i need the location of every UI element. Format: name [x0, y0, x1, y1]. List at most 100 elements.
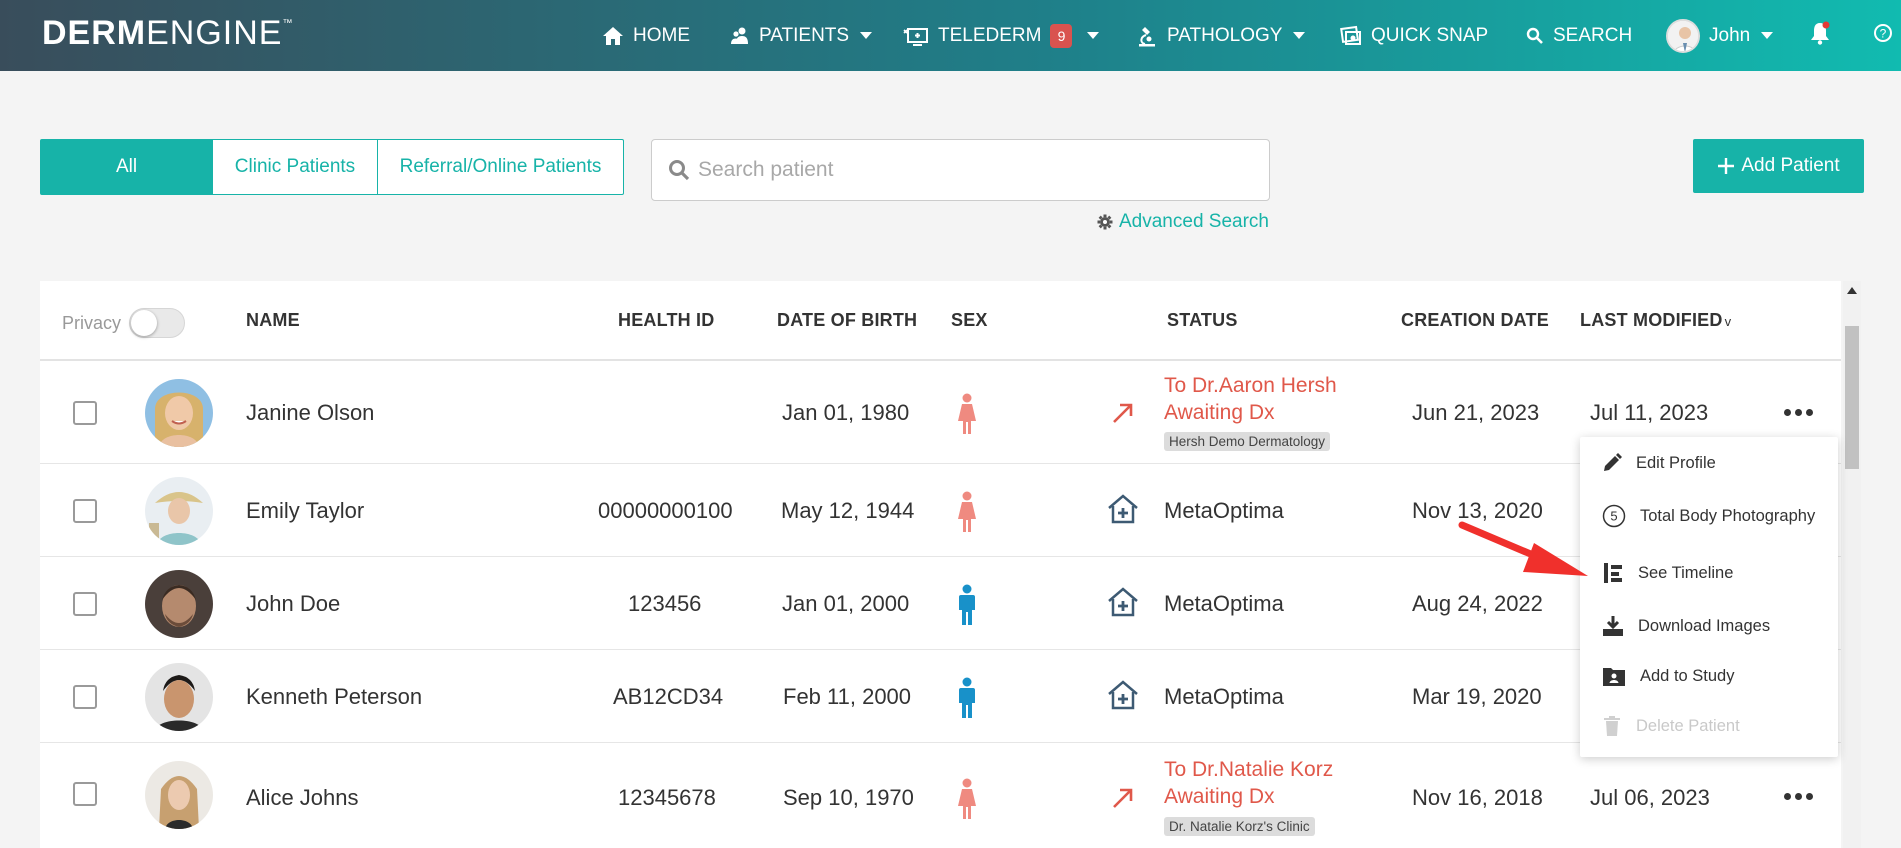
row-more-options-button[interactable] [1784, 409, 1813, 416]
menu-download-images[interactable]: Download Images [1602, 615, 1770, 637]
male-icon [957, 677, 977, 719]
nav-quick-snap[interactable]: QUICK SNAP [1340, 0, 1488, 71]
column-last-modified[interactable]: LAST MODIFIED v [1580, 310, 1731, 331]
row-checkbox[interactable] [73, 782, 97, 806]
telederm-icon [903, 27, 928, 46]
svg-text:5: 5 [1610, 509, 1617, 524]
search-icon [1526, 27, 1543, 44]
table-header: Privacy NAME HEALTH ID DATE OF BIRTH SEX… [40, 281, 1841, 361]
menu-add-to-study[interactable]: Add to Study [1602, 665, 1734, 687]
column-date-of-birth[interactable]: DATE OF BIRTH [777, 310, 917, 331]
column-creation-date[interactable]: CREATION DATE [1401, 310, 1549, 331]
patient-dob: Feb 11, 2000 [783, 684, 912, 709]
user-menu[interactable]: John [1666, 0, 1774, 71]
nav-search-label: SEARCH [1553, 24, 1633, 46]
notifications-button[interactable] [1809, 21, 1831, 45]
patient-avatar [145, 663, 213, 731]
table-row[interactable]: Kenneth Peterson AB12CD34 Feb 11, 2000 M… [40, 651, 1841, 743]
table-row[interactable]: John Doe 123456 Jan 01, 2000 MetaOptima … [40, 558, 1841, 650]
patients-icon [731, 27, 748, 44]
search-box[interactable] [651, 139, 1270, 201]
column-sex[interactable]: SEX [951, 310, 988, 331]
svg-text:?: ? [1880, 27, 1887, 41]
referral-arrow-icon [1111, 401, 1135, 425]
column-health-id[interactable]: HEALTH ID [618, 310, 714, 331]
privacy-toggle[interactable] [129, 308, 186, 338]
nav-pathology[interactable]: PATHOLOGY [1136, 0, 1306, 71]
nav-home[interactable]: HOME [602, 0, 690, 71]
patient-health-id: 00000000100 [598, 498, 733, 523]
patient-avatar [145, 477, 213, 545]
patient-name[interactable]: Janine Olson [246, 400, 374, 426]
table-row[interactable]: Alice Johns 12345678 Sep 10, 1970 To Dr.… [40, 744, 1841, 848]
table-row[interactable]: Janine Olson Jan 01, 1980 To Dr.Aaron He… [40, 363, 1841, 464]
study-folder-icon [1603, 668, 1625, 686]
patient-dob: Sep 10, 1970 [783, 785, 914, 810]
female-icon [957, 778, 977, 820]
pencil-icon [1604, 453, 1622, 471]
referral-state: Awaiting Dx [1164, 401, 1275, 424]
referral-recipient: To Dr.Aaron Hersh [1164, 374, 1337, 397]
patient-name[interactable]: Kenneth Peterson [246, 684, 422, 710]
row-checkbox[interactable] [73, 499, 97, 523]
row-more-options-button[interactable] [1784, 793, 1813, 800]
column-status[interactable]: STATUS [1167, 310, 1238, 331]
referral-status[interactable]: To Dr.Natalie Korz Awaiting Dx [1164, 756, 1333, 810]
patient-name[interactable]: Alice Johns [246, 785, 359, 811]
clinic-tag: Hersh Demo Dermatology [1164, 432, 1331, 451]
clinic-tag: Dr. Natalie Korz's Clinic [1164, 817, 1315, 836]
scrollbar-thumb[interactable] [1845, 326, 1859, 469]
menu-delete-patient: Delete Patient [1602, 715, 1740, 737]
patient-status: MetaOptima [1164, 498, 1284, 523]
referral-status[interactable]: To Dr.Aaron Hersh Awaiting Dx [1164, 372, 1337, 426]
column-name[interactable]: NAME [246, 310, 300, 331]
scroll-up-icon[interactable] [1847, 287, 1857, 294]
patient-dob: May 12, 1944 [781, 498, 915, 523]
chevron-down-icon [860, 32, 873, 39]
patient-creation-date: Mar 19, 2020 [1412, 684, 1542, 709]
plus-icon [1718, 158, 1735, 174]
female-icon [957, 393, 977, 435]
home-icon [603, 26, 623, 45]
menu-edit-profile[interactable]: Edit Profile [1602, 453, 1716, 473]
patient-name[interactable]: John Doe [246, 591, 340, 617]
menu-total-body-photography[interactable]: 5 Total Body Photography [1602, 504, 1815, 528]
filter-clinic-patients[interactable]: Clinic Patients [212, 139, 378, 195]
column-last-modified-label: LAST MODIFIED [1580, 310, 1723, 330]
help-icon: ? [1874, 24, 1892, 42]
row-checkbox[interactable] [73, 685, 97, 709]
help-button[interactable]: ? [1872, 21, 1894, 45]
nav-patients[interactable]: PATIENTS [730, 0, 873, 71]
dermengine-logo[interactable]: DERMENGINE™ [42, 14, 293, 53]
table-scrollbar[interactable] [1843, 281, 1861, 848]
row-checkbox[interactable] [73, 592, 97, 616]
clinic-icon [1107, 587, 1139, 617]
nav-quick-snap-label: QUICK SNAP [1371, 24, 1489, 46]
menu-edit-profile-label: Edit Profile [1636, 453, 1716, 472]
row-checkbox[interactable] [73, 401, 97, 425]
menu-see-timeline[interactable]: See Timeline [1602, 562, 1733, 584]
patient-avatar [145, 379, 213, 447]
filter-all[interactable]: All [40, 139, 213, 195]
menu-add-to-study-label: Add to Study [1640, 666, 1735, 685]
patient-name[interactable]: Emily Taylor [246, 498, 364, 524]
patient-avatar [145, 570, 213, 638]
chevron-down-icon [1087, 32, 1100, 39]
gear-icon [1097, 214, 1113, 230]
patient-last-modified: Jul 06, 2023 [1590, 785, 1710, 810]
timeline-icon [1604, 563, 1622, 583]
menu-total-body-photography-label: Total Body Photography [1640, 506, 1816, 525]
search-icon [669, 160, 690, 181]
quick-snap-icon [1340, 25, 1361, 45]
referral-state: Awaiting Dx [1164, 785, 1275, 808]
table-row[interactable]: Emily Taylor 00000000100 May 12, 1944 Me… [40, 465, 1841, 557]
patient-last-modified: Jul 11, 2023 [1590, 400, 1709, 425]
nav-search[interactable]: SEARCH [1526, 0, 1632, 71]
advanced-search-link[interactable]: Advanced Search [1097, 211, 1269, 233]
search-input[interactable] [698, 158, 1238, 182]
filter-referral-online-patients[interactable]: Referral/Online Patients [377, 139, 624, 195]
add-patient-button[interactable]: Add Patient [1693, 139, 1864, 193]
male-icon [957, 584, 977, 626]
nav-telederm[interactable]: TELEDERM 9 [903, 0, 1100, 71]
patient-health-id: AB12CD34 [613, 684, 724, 709]
